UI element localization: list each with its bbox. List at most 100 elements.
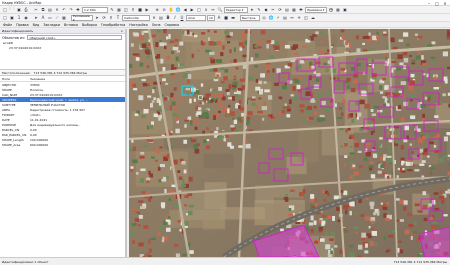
menu-windows[interactable]: Окна xyxy=(152,23,161,27)
bold-icon[interactable]: B xyxy=(165,15,171,21)
map-view[interactable] xyxy=(129,29,450,257)
fit-display-icon[interactable]: ▣ xyxy=(342,7,348,13)
satellite-imagery[interactable] xyxy=(129,29,450,257)
open-folder-icon[interactable]: 🗁 xyxy=(9,6,15,13)
save-icon[interactable]: ▣ xyxy=(16,7,22,13)
close-panel-icon[interactable]: × xyxy=(120,29,125,33)
attribute-row[interactable]: SHAPE Полигон xyxy=(0,87,125,92)
highlight-icon[interactable]: ■ xyxy=(223,15,229,21)
layout-icon[interactable]: □ xyxy=(2,15,8,21)
menu-customize[interactable]: Настройка xyxy=(129,23,148,27)
menu-insert[interactable]: Вставка xyxy=(64,23,78,27)
draw-menu[interactable]: Рисование ▾ xyxy=(71,14,93,21)
measure-icon[interactable]: ↔ xyxy=(210,7,216,13)
table-icon[interactable]: ▦ xyxy=(116,7,122,13)
underline-icon[interactable]: U xyxy=(179,15,185,21)
sketch-properties-icon[interactable]: ▦ xyxy=(291,7,297,13)
layer-select[interactable]: Carbonite xyxy=(122,14,150,21)
gps-icon[interactable]: ◎ xyxy=(261,15,267,21)
find-icon[interactable]: 🔍 xyxy=(217,7,223,13)
full-extent-icon[interactable]: 🌐 xyxy=(175,7,181,13)
control-points-icon[interactable]: ⨁ xyxy=(328,7,334,13)
catalog-icon[interactable]: ◫ xyxy=(123,7,129,13)
python-icon[interactable]: ▶ xyxy=(144,7,150,13)
menu-file[interactable]: Файл xyxy=(3,23,12,27)
sketch-icon[interactable]: ✎ xyxy=(256,7,262,13)
fill-color-icon[interactable]: ▦ xyxy=(61,15,67,21)
menu-geoprocessing[interactable]: Геообработка xyxy=(101,23,125,27)
attribute-row[interactable]: SHAPE_Length 100,000000 xyxy=(0,137,125,142)
menu-selection[interactable]: Выборка xyxy=(82,23,97,27)
create-features-icon[interactable]: ✚ xyxy=(298,7,304,13)
link-table-icon[interactable]: ▦ xyxy=(335,7,341,13)
pan-icon[interactable]: ✋ xyxy=(168,7,174,13)
text-tool-icon[interactable]: A xyxy=(40,15,46,21)
attribute-row[interactable]: PURPOSE Для индивидуального жилищ... xyxy=(0,122,125,127)
copy-icon[interactable]: ⧉ xyxy=(40,7,46,13)
add-data-icon[interactable]: ✚ xyxy=(75,7,81,13)
html-popup-icon[interactable]: ▤ xyxy=(282,15,288,21)
hyperlink-icon[interactable]: ⚡ xyxy=(275,15,281,21)
effects-icon[interactable]: ☀ xyxy=(296,15,302,21)
toolbox-icon[interactable]: ■ xyxy=(137,7,143,13)
swipe-icon[interactable]: ↔ xyxy=(289,15,295,21)
line-color-icon[interactable]: ▬ xyxy=(230,15,236,21)
font-size-select[interactable]: 10 xyxy=(207,14,215,21)
attribute-row[interactable]: ADDRESS Краснодарский край, г. Анапа, ул.… xyxy=(0,97,125,102)
identify-icon[interactable]: ℹ xyxy=(203,7,209,13)
zoom-to-element-icon[interactable]: ⚲ xyxy=(108,15,114,21)
print-icon[interactable]: ⎙ xyxy=(23,7,29,13)
edit-tool-icon[interactable]: ➤ xyxy=(249,7,255,13)
attribute-row[interactable]: FWDKEY <Null> xyxy=(0,112,125,117)
zoom-in-icon[interactable]: ⊕ xyxy=(154,7,160,13)
italic-icon[interactable]: I xyxy=(172,15,178,21)
font-select[interactable]: Arial xyxy=(186,14,206,21)
globe-icon[interactable]: 🌐 xyxy=(268,15,274,21)
attribute-row[interactable]: DATE 11.01.2021 xyxy=(0,117,125,122)
attribute-row[interactable]: CAD_NUM 23:37:0102019:XXXX xyxy=(0,92,125,97)
select-features-icon[interactable]: □ xyxy=(196,7,202,13)
rectangle-tool-icon[interactable]: ▭ xyxy=(47,15,53,21)
zoom-out-icon[interactable]: ⊖ xyxy=(161,7,167,13)
zoom-100-icon[interactable]: 1 xyxy=(16,15,22,21)
menu-edit[interactable]: Правка xyxy=(16,23,29,27)
rotate-element-icon[interactable]: ⟳ xyxy=(101,15,107,21)
arcgis-online-icon[interactable]: ☁ xyxy=(310,15,316,21)
clear-selection-icon[interactable]: ✕ xyxy=(151,15,157,21)
draw-select-icon[interactable]: ➤ xyxy=(33,15,39,21)
attributes-icon[interactable]: ▤ xyxy=(284,7,290,13)
split-icon[interactable]: ✂ xyxy=(270,7,276,13)
menu-view[interactable]: Вид xyxy=(33,23,40,27)
paste-icon[interactable]: ▤ xyxy=(47,7,53,13)
back-extent-icon[interactable]: ◀ xyxy=(182,7,188,13)
redo-icon[interactable]: ↷ xyxy=(68,7,74,13)
editor-toolbar-icon[interactable]: ✎ xyxy=(109,7,115,13)
catalog-window-icon[interactable]: ◫ xyxy=(303,15,309,21)
attribute-row[interactable]: AREA Кадастровая стоимость: 1 234 567 xyxy=(0,107,125,112)
editor-menu[interactable]: Редактор ▾ xyxy=(224,6,248,13)
delete-icon[interactable]: ✕ xyxy=(54,7,60,13)
search-icon[interactable]: ⚲ xyxy=(130,7,136,13)
quick-menu[interactable]: Быстрое xyxy=(240,14,260,21)
georef-menu[interactable]: Привязка ▾ xyxy=(305,6,327,13)
forward-extent-icon[interactable]: ▶ xyxy=(189,7,195,13)
menu-bookmarks[interactable]: Закладки xyxy=(43,23,60,27)
rotate-icon[interactable]: ⟳ xyxy=(277,7,283,13)
attribute-row[interactable]: PARCEL_CN 0,00 xyxy=(0,127,125,132)
zoom-whole-page-icon[interactable]: ▣ xyxy=(9,15,15,21)
cut-icon[interactable]: ✂ xyxy=(33,7,39,13)
select-by-attributes-icon[interactable]: ▤ xyxy=(158,15,164,21)
line-tool-icon[interactable]: ⟋ xyxy=(54,15,60,21)
arrow-icon[interactable]: ➤ xyxy=(94,15,100,21)
attribute-row[interactable]: SUBTYPE ЗЕМЕЛЬНЫЙ УЧАСТОК xyxy=(0,102,125,107)
attribute-row[interactable]: OBJECTID 33830 xyxy=(0,82,125,87)
new-document-icon[interactable]: □ xyxy=(2,7,8,13)
text-insert-icon[interactable]: T xyxy=(115,15,121,21)
vertex-icon[interactable]: ◆ xyxy=(263,7,269,13)
undo-icon[interactable]: ↶ xyxy=(61,7,67,13)
font-color-icon[interactable]: A xyxy=(216,15,222,21)
attribute-row[interactable]: PAR_PARCEL_CN 0,00 xyxy=(0,132,125,137)
menu-help[interactable]: Справка xyxy=(165,23,180,27)
scale-select[interactable]: 1:2 000 xyxy=(82,6,108,13)
tree-feature-node[interactable]: 23:37:0102019:XXXX xyxy=(3,46,125,51)
